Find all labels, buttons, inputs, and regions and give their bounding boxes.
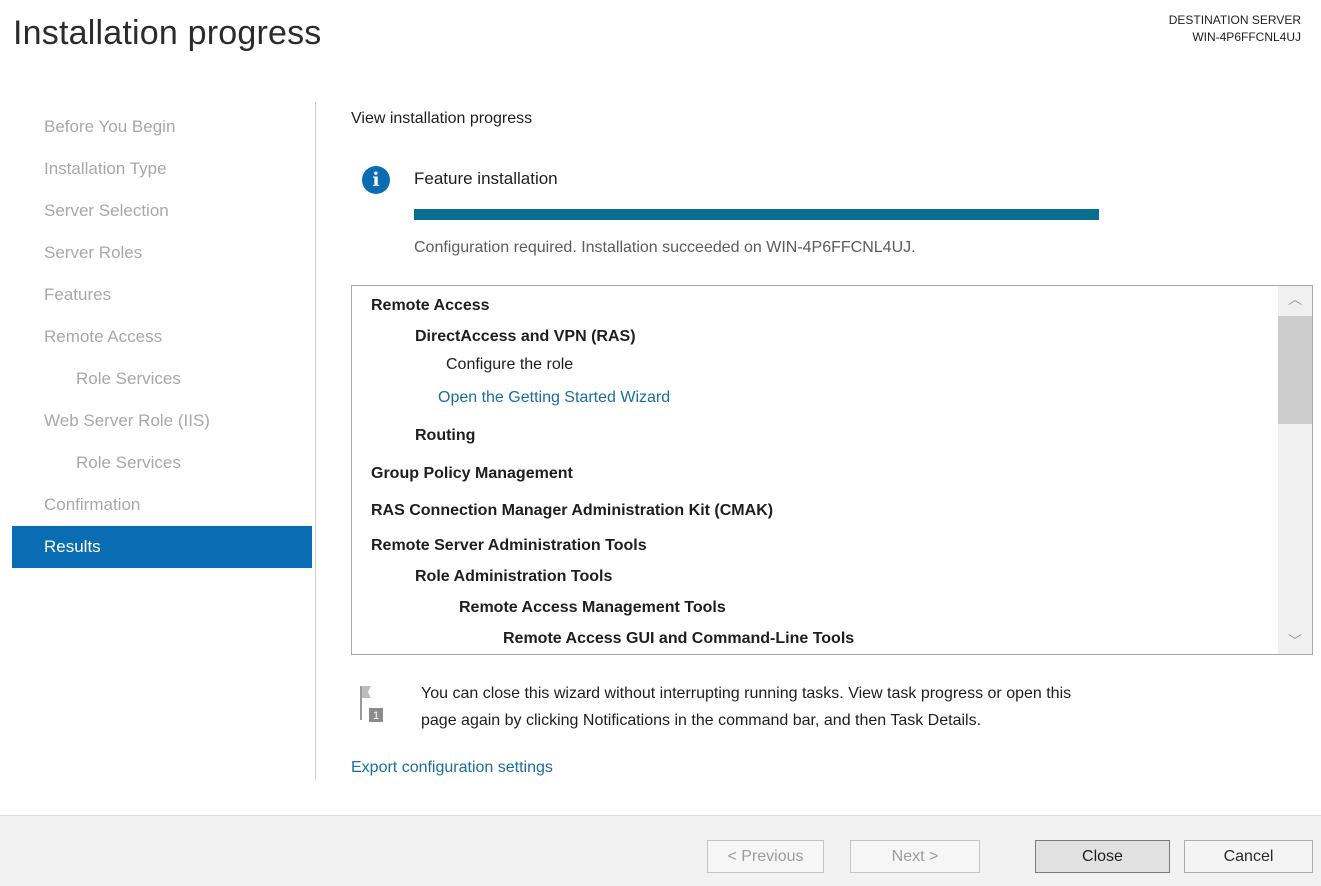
nav-item-role-services[interactable]: Role Services xyxy=(0,358,312,400)
result-row: DirectAccess and VPN (RAS) xyxy=(415,328,636,345)
result-row: Group Policy Management xyxy=(371,465,573,482)
next-button[interactable]: Next > xyxy=(850,840,980,873)
result-row: Remote Access GUI and Command-Line Tools xyxy=(503,630,855,647)
wizard-nav: Before You Begin Installation Type Server … xyxy=(0,106,312,568)
note-line-1: You can close this wizard without interr… xyxy=(421,685,1072,702)
scroll-up-icon[interactable]: ︿ xyxy=(1278,286,1312,312)
results-scrollbar[interactable]: ︿ ﹀ xyxy=(1278,286,1312,654)
previous-button[interactable]: < Previous xyxy=(707,840,824,873)
result-row: Remote Access Management Tools xyxy=(459,599,726,616)
progress-bar-fill xyxy=(414,209,1099,220)
section-heading: View installation progress xyxy=(351,110,533,127)
result-row: Remote Access xyxy=(371,297,490,314)
flag-badge-count: 1 xyxy=(373,710,379,722)
feature-installation-label: Feature installation xyxy=(414,169,558,188)
nav-item-server-roles[interactable]: Server Roles xyxy=(0,232,312,274)
result-row: Routing xyxy=(415,427,476,444)
scroll-thumb[interactable] xyxy=(1278,316,1312,424)
result-row: Role Administration Tools xyxy=(415,568,613,585)
nav-item-confirmation[interactable]: Confirmation xyxy=(0,484,312,526)
destination-server: DESTINATION SERVER WIN-4P6FFCNL4UJ xyxy=(1169,12,1301,46)
getting-started-wizard-link[interactable]: Open the Getting Started Wizard xyxy=(438,389,670,407)
nav-item-features[interactable]: Features xyxy=(0,274,312,316)
result-row: Configure the role xyxy=(446,356,574,373)
scroll-down-icon[interactable]: ﹀ xyxy=(1278,628,1312,654)
note-line-2: page again by clicking Notifications in … xyxy=(421,712,982,729)
nav-item-web-server-role-iis[interactable]: Web Server Role (IIS) xyxy=(0,400,312,442)
export-configuration-link[interactable]: Export configuration settings xyxy=(351,759,553,777)
destination-server-name: WIN-4P6FFCNL4UJ xyxy=(1192,30,1301,44)
nav-item-role-services[interactable]: Role Services xyxy=(0,442,312,484)
progress-bar xyxy=(414,209,1099,220)
nav-item-remote-access[interactable]: Remote Access xyxy=(0,316,312,358)
destination-label: DESTINATION SERVER xyxy=(1168,13,1301,27)
notification-flag-icon: 1 xyxy=(360,686,383,722)
result-row: Remote Server Administration Tools xyxy=(371,537,647,554)
nav-item-server-selection[interactable]: Server Selection xyxy=(0,190,312,232)
page-title: Installation progress xyxy=(13,14,322,52)
info-icon: i xyxy=(362,166,390,194)
nav-divider xyxy=(315,102,316,780)
cancel-button[interactable]: Cancel xyxy=(1184,840,1313,873)
status-text: Configuration required. Installation suc… xyxy=(414,239,916,256)
nav-item-results[interactable]: Results xyxy=(12,526,312,568)
nav-item-installation-type[interactable]: Installation Type xyxy=(0,148,312,190)
result-row: RAS Connection Manager Administration Ki… xyxy=(371,502,774,519)
nav-item-before-you-begin[interactable]: Before You Begin xyxy=(0,106,312,148)
close-wizard-note: You can close this wizard without interr… xyxy=(421,680,1301,734)
close-button[interactable]: Close xyxy=(1035,840,1170,873)
results-list[interactable]: Remote Access DirectAccess and VPN (RAS) C… xyxy=(351,285,1313,655)
